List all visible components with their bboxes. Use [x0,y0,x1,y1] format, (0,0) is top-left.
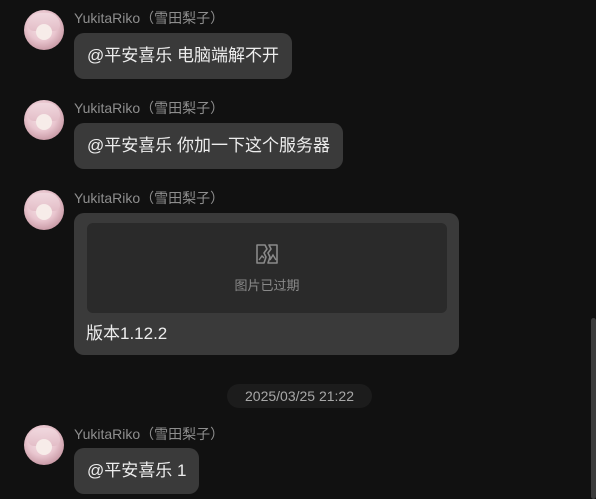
timestamp-divider: 2025/03/25 21:22 [227,384,372,408]
sender-name: YukitaRiko（雪田梨子） [74,10,225,26]
avatar[interactable] [24,100,64,140]
broken-image-icon [256,244,278,264]
chat-message-list: YukitaRiko（雪田梨子） @平安喜乐 电脑端解不开 YukitaRiko… [0,0,596,499]
scrollbar[interactable] [590,0,596,499]
expired-image-placeholder[interactable]: 图片已过期 [87,223,447,313]
image-expired-label: 图片已过期 [234,278,300,293]
sender-name: YukitaRiko（雪田梨子） [74,100,225,116]
avatar[interactable] [24,10,64,50]
sender-name: YukitaRiko（雪田梨子） [74,190,225,206]
message-bubble[interactable]: @平安喜乐 你加一下这个服务器 [74,123,343,169]
message-text: @平安喜乐 1 [87,461,187,480]
avatar[interactable] [24,190,64,230]
image-message-card[interactable]: 图片已过期 版本1.12.2 [74,213,459,355]
message-text: @平安喜乐 电脑端解不开 [87,46,279,65]
sender-name: YukitaRiko（雪田梨子） [74,426,225,442]
scrollbar-thumb[interactable] [591,318,596,499]
message-text: 版本1.12.2 [86,324,168,343]
message-bubble[interactable]: @平安喜乐 电脑端解不开 [74,33,292,79]
message-text: @平安喜乐 你加一下这个服务器 [87,136,330,155]
message-bubble[interactable]: @平安喜乐 1 [74,448,200,494]
avatar[interactable] [24,425,64,465]
